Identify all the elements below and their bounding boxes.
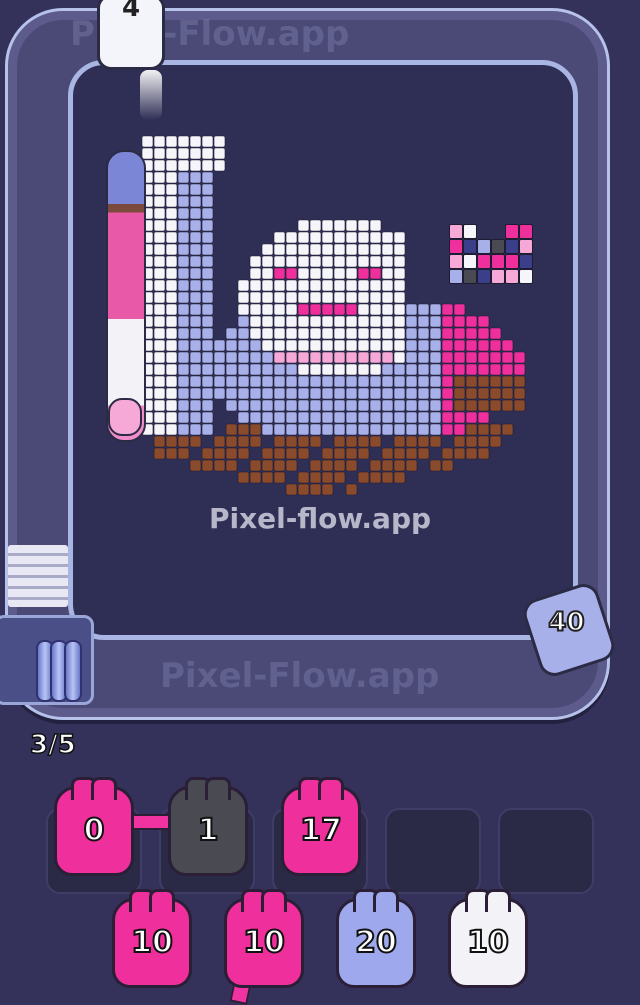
pig-count: 20 [354,924,398,961]
palette-tile [449,254,463,269]
palette-tile [463,254,477,269]
watermark-center: Pixel-flow.app [208,502,432,535]
spool-icon [64,640,82,702]
palette-tile [477,254,491,269]
pig-count: 1 [197,812,220,849]
palette-tile [491,239,505,254]
palette-tile [449,239,463,254]
pig-count: 0 [83,812,106,849]
pig-count: 10 [130,924,174,961]
active-pig-3[interactable]: 17 [281,777,361,876]
queue-pig-3[interactable]: 20 [336,889,416,988]
slot-empty[interactable] [498,808,594,894]
stack-icon [8,545,68,607]
queue-pig-2[interactable]: 10 [224,889,304,988]
pig-count: 10 [242,924,286,961]
palette-tile [463,269,477,284]
shooter-right-count: 40 [547,606,585,638]
palette-tile [449,269,463,284]
palette-tile [463,239,477,254]
palette-tile [491,254,505,269]
palette-tile [505,254,519,269]
palette-preview [449,224,533,284]
ammo-head-icon [108,398,142,436]
palette-tile [477,269,491,284]
palette-tile [491,269,505,284]
shooter-top-count: 4 [121,0,141,23]
slot-empty[interactable] [385,808,481,894]
palette-tile [505,224,519,239]
queue-pig-1[interactable]: 10 [112,889,192,988]
palette-tile [519,269,533,284]
palette-tile [519,224,533,239]
shot-beam [140,70,162,120]
progress-counter: 3/5 [29,729,76,761]
watermark-bottom: Pixel-Flow.app [160,656,440,696]
pig-count: 10 [466,924,510,961]
palette-tile [505,269,519,284]
pig-count: 17 [299,812,343,849]
palette-tile [519,239,533,254]
palette-tile [477,239,491,254]
palette-tile [505,239,519,254]
palette-tile [519,254,533,269]
active-pig-2[interactable]: 1 [168,777,248,876]
shooter-top[interactable]: 4 [97,0,165,70]
queue-pig-4[interactable]: 10 [448,889,528,988]
active-pig-1[interactable]: 0 [54,777,134,876]
palette-tile [449,224,463,239]
palette-tile [463,224,477,239]
